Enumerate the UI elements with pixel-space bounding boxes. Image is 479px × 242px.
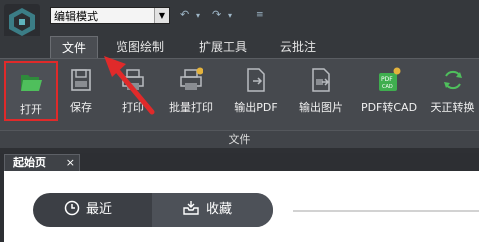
divider xyxy=(293,210,479,212)
export-image-button[interactable]: 输出图片 xyxy=(290,61,352,121)
export-image-icon xyxy=(312,68,330,92)
export-pdf-icon xyxy=(247,68,265,92)
app-logo-icon[interactable] xyxy=(4,4,40,40)
tab-view-draw[interactable]: 览图绘制 xyxy=(116,36,164,58)
document-tabs: 起始页 × xyxy=(0,153,479,171)
print-button[interactable]: 打印 xyxy=(110,61,156,121)
export-pdf-button[interactable]: 输出PDF xyxy=(228,61,284,121)
tangent-convert-button-label: 天正转换 xyxy=(430,101,475,114)
start-page-tab-label: 起始页 xyxy=(13,156,46,169)
inbox-icon xyxy=(183,201,199,215)
tab-file[interactable]: 文件 xyxy=(50,36,98,58)
favorites-label: 收藏 xyxy=(206,202,233,217)
open-button[interactable]: 打开 xyxy=(4,61,58,121)
tab-cloud-annotation[interactable]: 云批注 xyxy=(280,36,316,58)
export-image-button-label: 输出图片 xyxy=(299,101,343,114)
title-bar: 编辑模式 ▼ ↶ ▾ ↷ ▾ ≡ xyxy=(0,0,479,40)
menu-tabs: 文件 览图绘制 扩展工具 云批注 xyxy=(0,36,479,58)
export-pdf-button-label: 输出PDF xyxy=(234,101,278,114)
convert-icon xyxy=(443,70,462,90)
ribbon-group-label: 文件 xyxy=(0,130,479,149)
save-button-label: 保存 xyxy=(70,101,92,114)
print-icon xyxy=(122,69,144,90)
batch-print-icon xyxy=(180,67,203,90)
chevron-down-icon[interactable]: ▾ xyxy=(196,11,200,20)
pdf-to-cad-button[interactable]: PDF CAD PDF转CAD xyxy=(358,61,420,121)
forward-arrow-icon[interactable]: ↷ xyxy=(212,8,221,21)
batch-print-button-label: 批量打印 xyxy=(169,101,213,114)
back-arrow-icon[interactable]: ↶ xyxy=(180,8,189,21)
svg-text:PDF: PDF xyxy=(381,76,393,83)
dropdown-icon[interactable]: ≡ xyxy=(256,10,264,20)
recent-button[interactable]: 最近 xyxy=(64,193,144,227)
pdf-to-cad-icon: PDF CAD xyxy=(379,67,401,91)
tab-start-page[interactable]: 起始页 × xyxy=(4,154,80,171)
tab-extend-tools[interactable]: 扩展工具 xyxy=(199,36,247,58)
mode-select[interactable]: 编辑模式 ▼ xyxy=(50,7,170,24)
ribbon: 打开 保存 打印 批量打印 输出PDF 输出图片 PDF CAD PDF转CAD… xyxy=(0,58,479,131)
pdf-to-cad-button-label: PDF转CAD xyxy=(360,101,418,114)
svg-text:CAD: CAD xyxy=(382,84,393,90)
clock-icon xyxy=(64,200,80,216)
open-button-label: 打开 xyxy=(20,103,42,116)
chevron-down-icon[interactable]: ▾ xyxy=(228,11,232,20)
folder-open-icon xyxy=(21,75,42,91)
recent-label: 最近 xyxy=(86,202,113,217)
favorites-button[interactable]: 收藏 xyxy=(182,193,262,227)
mode-select-value: 编辑模式 xyxy=(54,10,98,23)
save-button[interactable]: 保存 xyxy=(60,61,102,121)
tangent-convert-button[interactable]: 天正转换 xyxy=(426,61,479,121)
chevron-down-icon[interactable]: ▼ xyxy=(154,8,169,23)
close-icon[interactable]: × xyxy=(66,155,75,171)
save-icon xyxy=(71,69,91,91)
print-button-label: 打印 xyxy=(122,101,144,114)
batch-print-button[interactable]: 批量打印 xyxy=(160,61,222,121)
